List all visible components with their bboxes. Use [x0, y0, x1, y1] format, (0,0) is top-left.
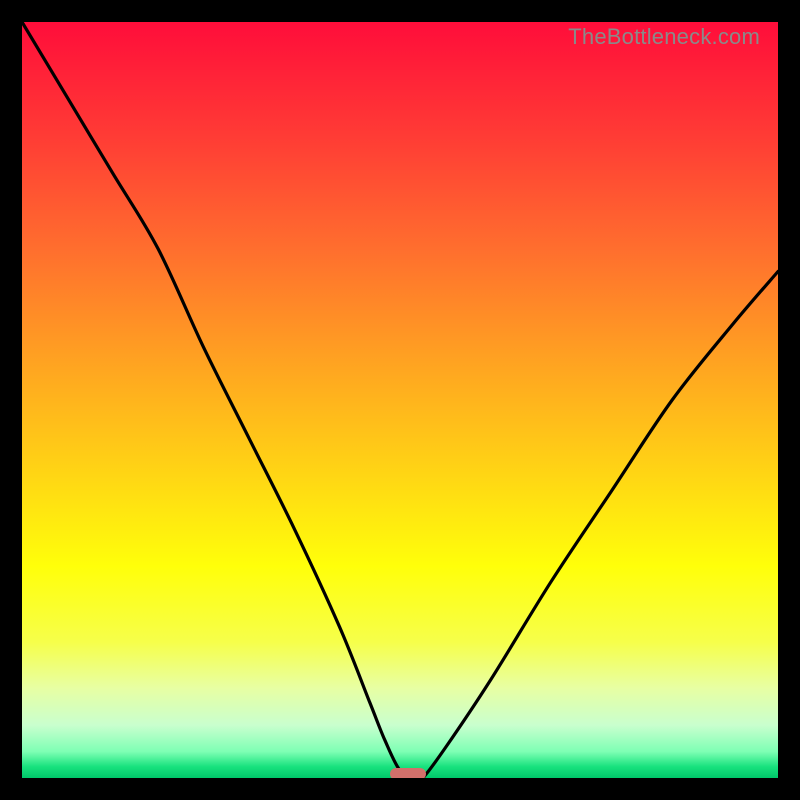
- plot-area: TheBottleneck.com: [22, 22, 778, 778]
- optimum-marker: [390, 768, 426, 778]
- watermark-text: TheBottleneck.com: [568, 24, 760, 50]
- bottleneck-curve: [22, 22, 778, 778]
- chart-frame: TheBottleneck.com: [14, 14, 786, 786]
